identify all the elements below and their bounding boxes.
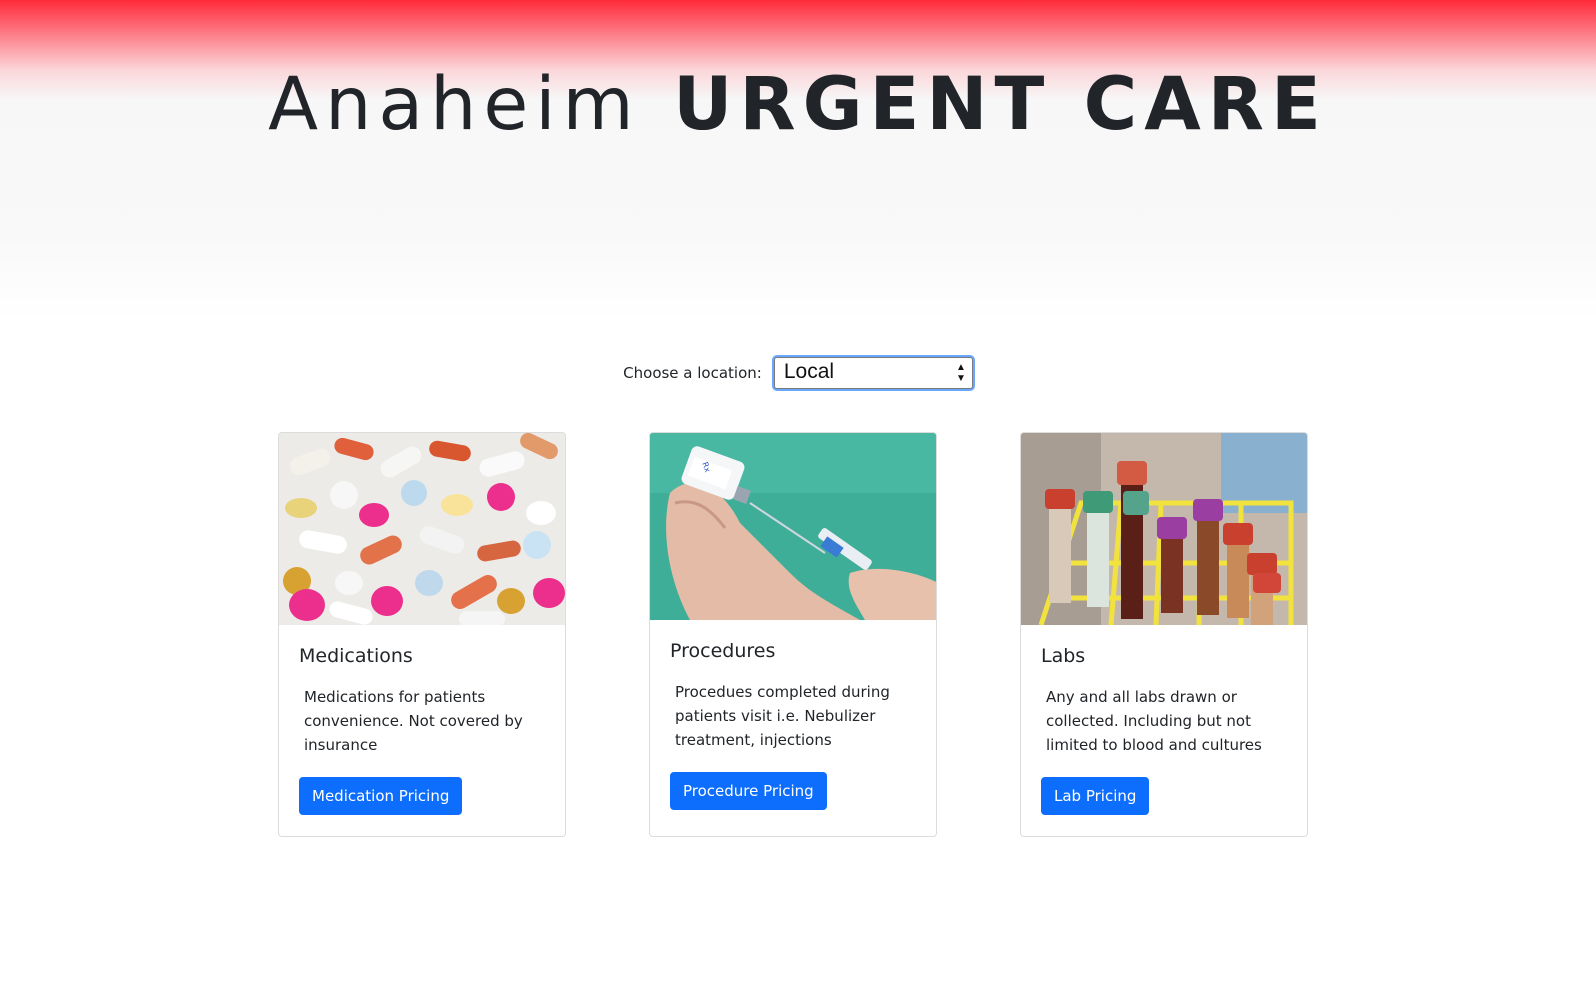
lab-pricing-button[interactable]: Lab Pricing (1041, 777, 1150, 815)
page-title: Anaheim URGENT CARE (0, 60, 1596, 150)
card-text: Any and all labs drawn or collected. Inc… (1046, 688, 1262, 754)
card-text: Procedues completed during patients visi… (675, 683, 890, 749)
blood-tubes-photo (1021, 433, 1307, 625)
card-title: Medications (299, 645, 413, 667)
card-title: Labs (1041, 645, 1086, 667)
pills-photo (279, 433, 565, 625)
select-arrows-icon: ▲ ▼ (955, 362, 966, 384)
card-body: Procedures Procedues completed during pa… (650, 620, 936, 830)
medication-pricing-button[interactable]: Medication Pricing (299, 777, 463, 815)
title-city: Anaheim (268, 62, 641, 147)
card-procedures: Rx Procedures Procedues completed during… (649, 432, 937, 837)
card-title: Procedures (670, 640, 776, 662)
location-picker: Choose a location: Local ▲ ▼ (0, 357, 1596, 389)
card-medications: Medications Medications for patients con… (278, 432, 566, 837)
title-brand: URGENT CARE (673, 62, 1328, 147)
procedure-pricing-button[interactable]: Procedure Pricing (670, 772, 827, 810)
card-body: Labs Any and all labs drawn or collected… (1021, 625, 1307, 835)
syringe-vial-photo: Rx (650, 433, 936, 620)
location-label: Choose a location: (623, 364, 762, 382)
location-selected-value: Local (783, 360, 835, 383)
hero-banner: Anaheim URGENT CARE (0, 0, 1596, 320)
card-text: Medications for patients convenience. No… (304, 688, 523, 754)
location-select[interactable]: Local ▲ ▼ (773, 357, 973, 389)
card-body: Medications Medications for patients con… (279, 625, 565, 835)
card-labs: Labs Any and all labs drawn or collected… (1020, 432, 1308, 837)
